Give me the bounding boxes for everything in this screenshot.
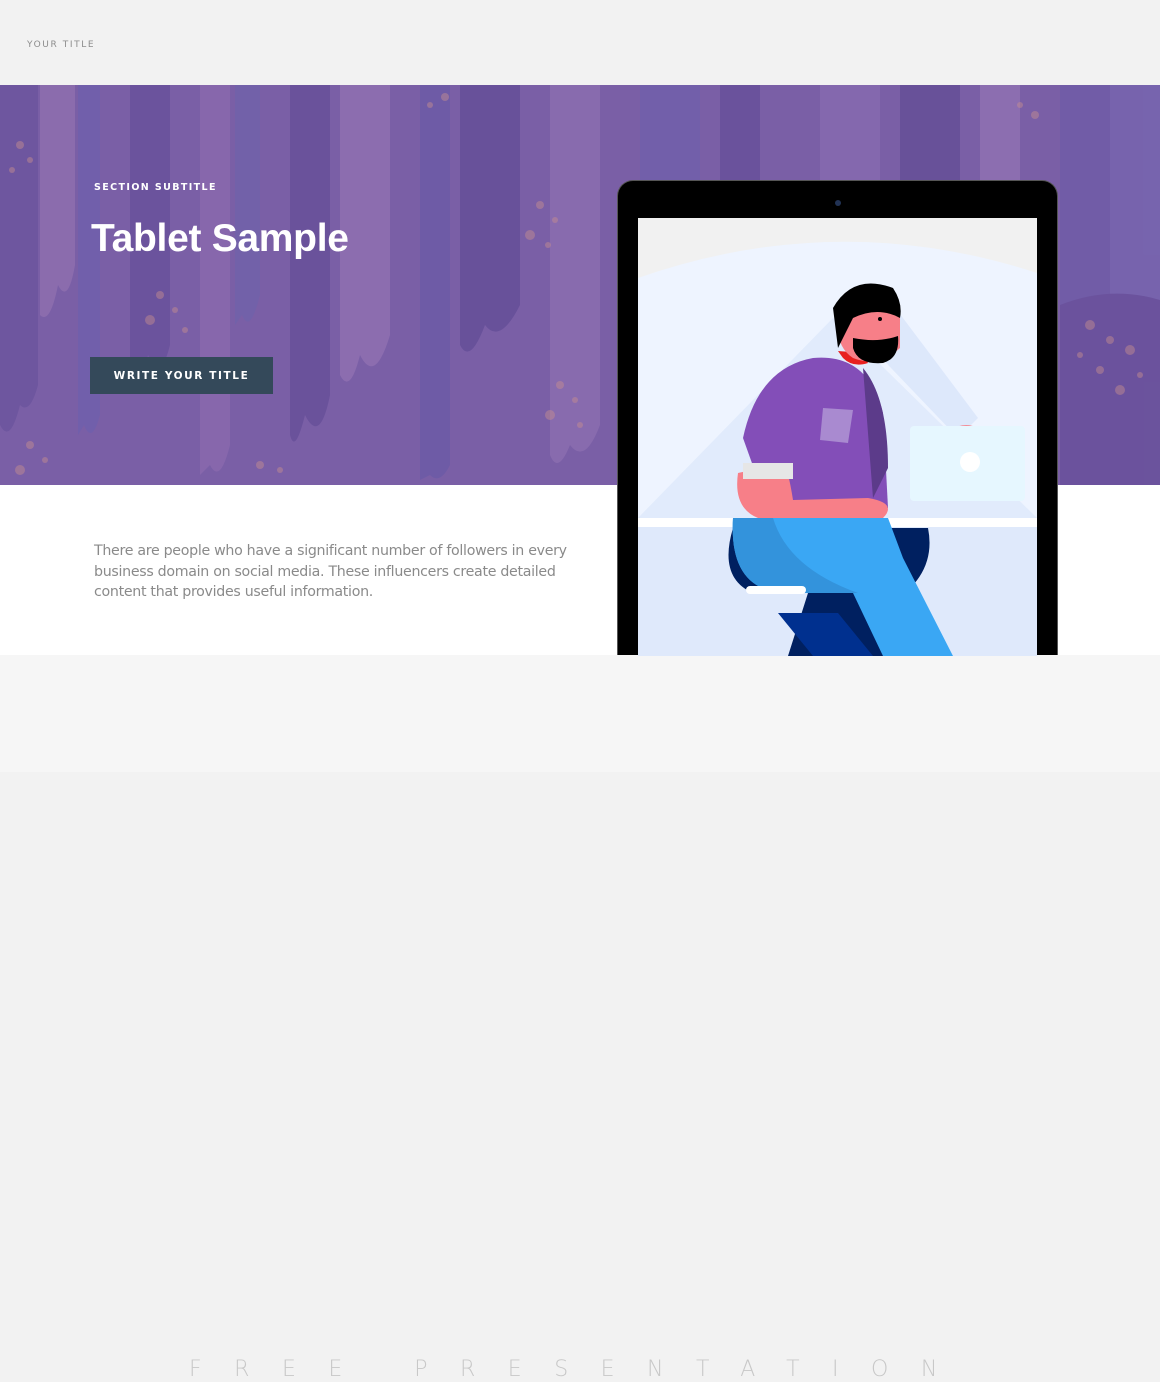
section-subtitle: SECTION SUBTITLE xyxy=(94,182,217,193)
footer: FREE PRESENTATION xyxy=(0,655,1160,1382)
tablet-mockup xyxy=(617,180,1058,656)
tablet-screen xyxy=(638,218,1037,656)
write-your-title-button[interactable]: WRITE YOUR TITLE xyxy=(90,357,273,394)
header-title: YOUR TITLE xyxy=(27,40,96,50)
footer-text: FREE PRESENTATION xyxy=(189,1357,970,1382)
top-bar: YOUR TITLE xyxy=(0,0,1160,85)
man-at-laptop-illustration xyxy=(638,218,1037,656)
camera-icon xyxy=(835,200,841,206)
page-title: Tablet Sample xyxy=(91,217,349,260)
body-paragraph: There are people who have a significant … xyxy=(94,543,567,600)
